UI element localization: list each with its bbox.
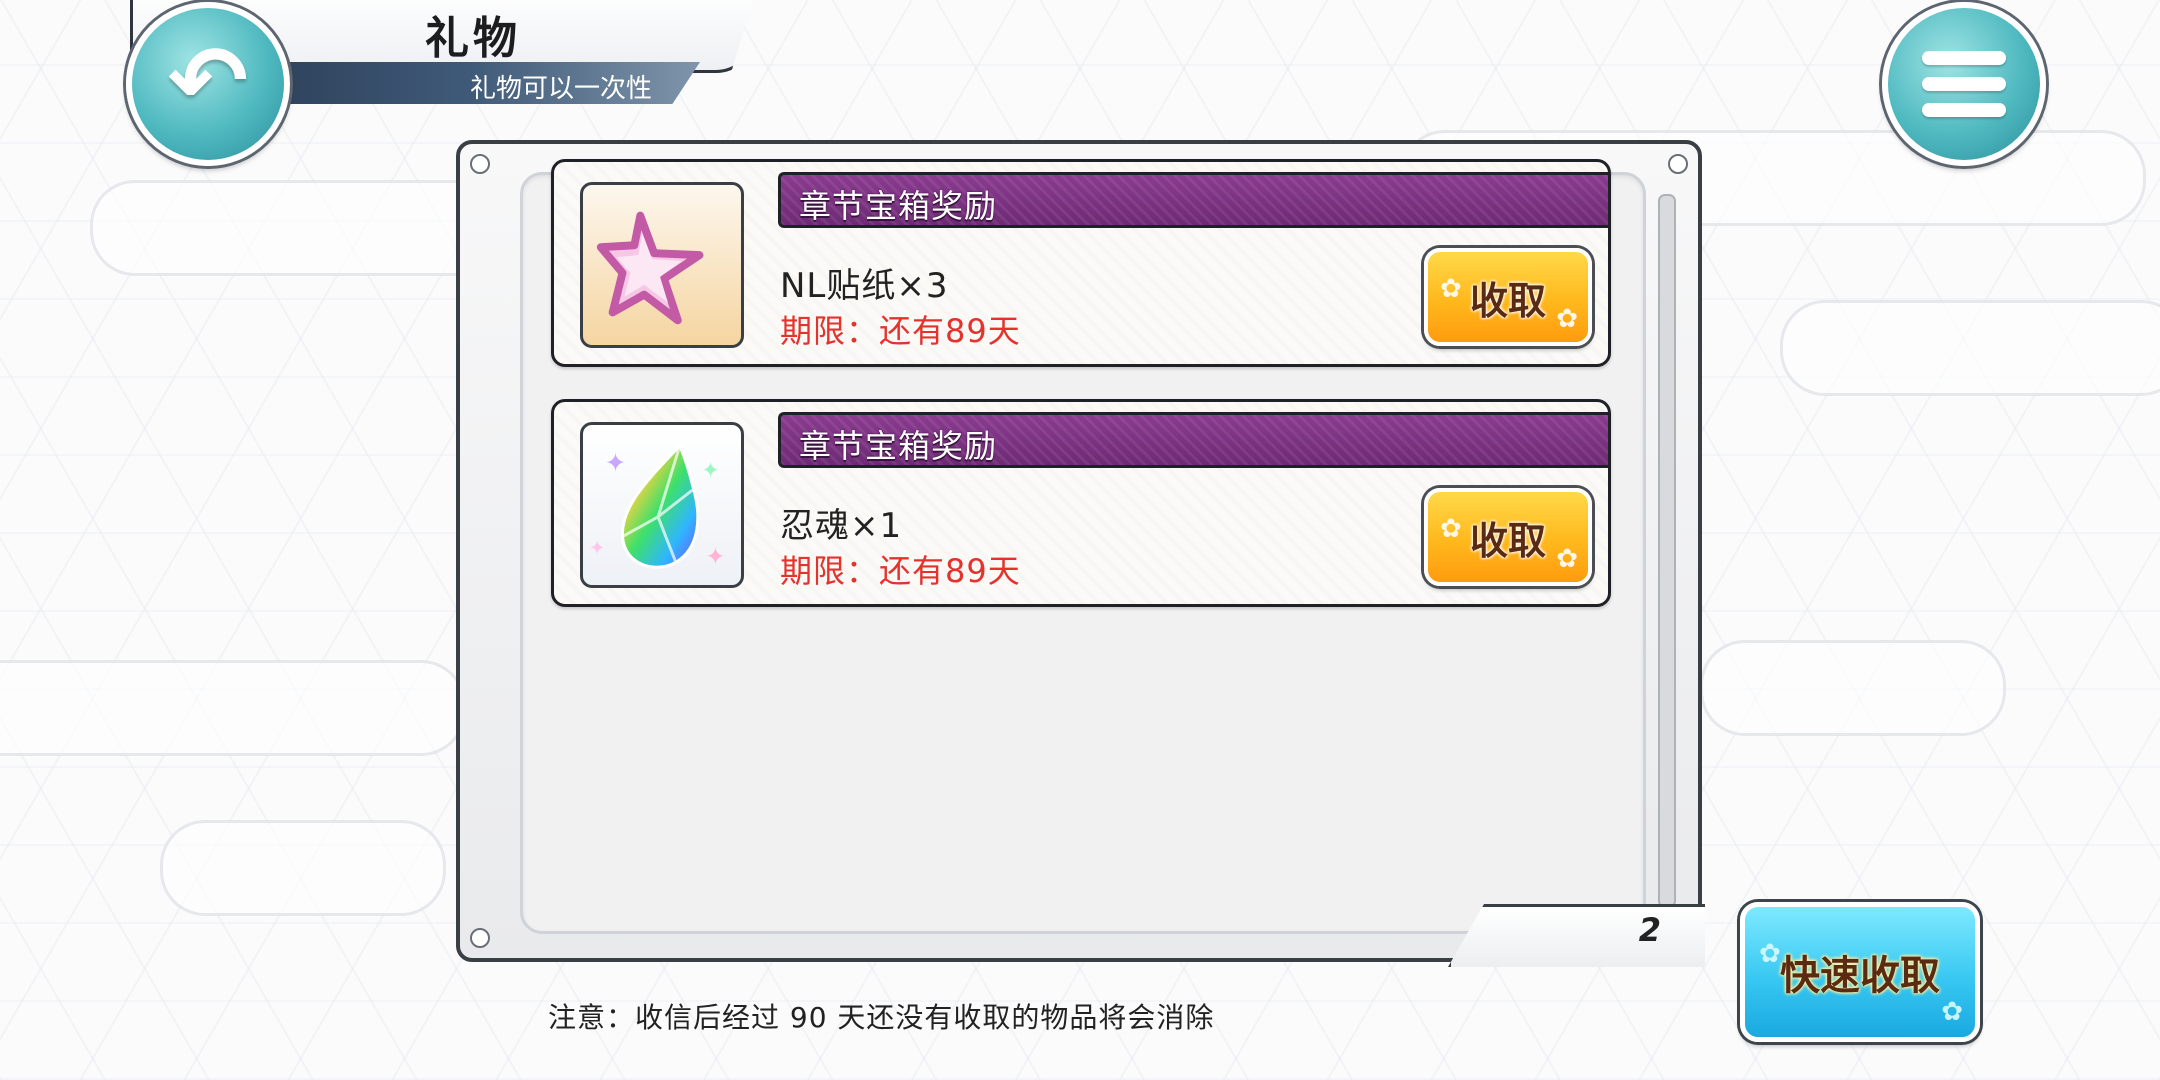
gift-card: ✦ ✦ ✦ ✦ 章节宝箱奖励 忍魂×1 期限：还有89天 ✿ ✿ 收取 [551, 399, 1611, 607]
gift-item-name: 忍魂×1 [780, 506, 903, 546]
svg-text:✦: ✦ [589, 536, 606, 559]
rainbow-gem-icon: ✦ ✦ ✦ ✦ [580, 422, 744, 588]
page-title: 礼物 [425, 13, 521, 64]
collect-button[interactable]: ✿ ✿ 收取 [1424, 248, 1592, 346]
svg-text:✦: ✦ [705, 542, 725, 570]
gift-panel: 章节宝箱奖励 NL贴纸×3 期限：还有89天 ✿ ✿ 收取 ✦ ✦ ✦ ✦ 章节… [456, 140, 1705, 967]
back-button[interactable]: ↶ [126, 2, 290, 166]
pink-star-icon [580, 182, 744, 348]
svg-text:✦: ✦ [605, 448, 627, 478]
quick-collect-label: 快速收取 [1780, 953, 1940, 999]
gift-list: 章节宝箱奖励 NL贴纸×3 期限：还有89天 ✿ ✿ 收取 ✦ ✦ ✦ ✦ 章节… [520, 159, 1646, 934]
collect-button[interactable]: ✿ ✿ 收取 [1424, 488, 1592, 586]
page-indicator: 2 [1448, 904, 1705, 967]
background-decoration [1700, 640, 2006, 736]
gift-source-header: 章节宝箱奖励 [778, 412, 1608, 468]
sparkle-icon: ✿ [1556, 544, 1578, 574]
screw-decoration [470, 928, 490, 948]
svg-text:✦: ✦ [702, 458, 720, 483]
sparkle-icon: ✿ [1440, 274, 1462, 304]
gift-source-header: 章节宝箱奖励 [778, 172, 1608, 228]
sparkle-icon: ✿ [1440, 514, 1462, 544]
gift-expiry: 期限：还有89天 [780, 552, 1021, 590]
sparkle-icon: ✿ [1759, 939, 1781, 969]
scrollbar[interactable] [1658, 194, 1676, 908]
menu-button[interactable] [1882, 2, 2046, 166]
gift-source-label: 章节宝箱奖励 [799, 187, 998, 225]
screw-decoration [470, 154, 490, 174]
gift-source-label: 章节宝箱奖励 [799, 427, 998, 465]
gift-item-name: NL贴纸×3 [780, 266, 949, 306]
background-decoration [1780, 300, 2160, 396]
hamburger-menu-icon [1922, 51, 2006, 117]
page-subtitle: 礼物可以一次性 [470, 74, 653, 104]
background-decoration [0, 660, 466, 756]
gift-card: 章节宝箱奖励 NL贴纸×3 期限：还有89天 ✿ ✿ 收取 [551, 159, 1611, 367]
quick-collect-button[interactable]: ✿ ✿ 快速收取 [1740, 902, 1980, 1042]
page-number: 2 [1638, 911, 1661, 949]
background-decoration [160, 820, 446, 916]
sparkle-icon: ✿ [1556, 304, 1578, 334]
screw-decoration [1668, 154, 1688, 174]
collect-button-label: 收取 [1469, 278, 1546, 323]
sparkle-icon: ✿ [1941, 997, 1963, 1027]
gift-expiry: 期限：还有89天 [780, 312, 1021, 350]
subtitle-bar: 礼物可以一次性 [240, 62, 700, 104]
notice-text: 注意：收信后经过 90 天还没有收取的物品将会消除 [548, 1001, 1215, 1034]
collect-button-label: 收取 [1469, 518, 1546, 563]
back-arrow-icon: ↶ [167, 25, 249, 137]
